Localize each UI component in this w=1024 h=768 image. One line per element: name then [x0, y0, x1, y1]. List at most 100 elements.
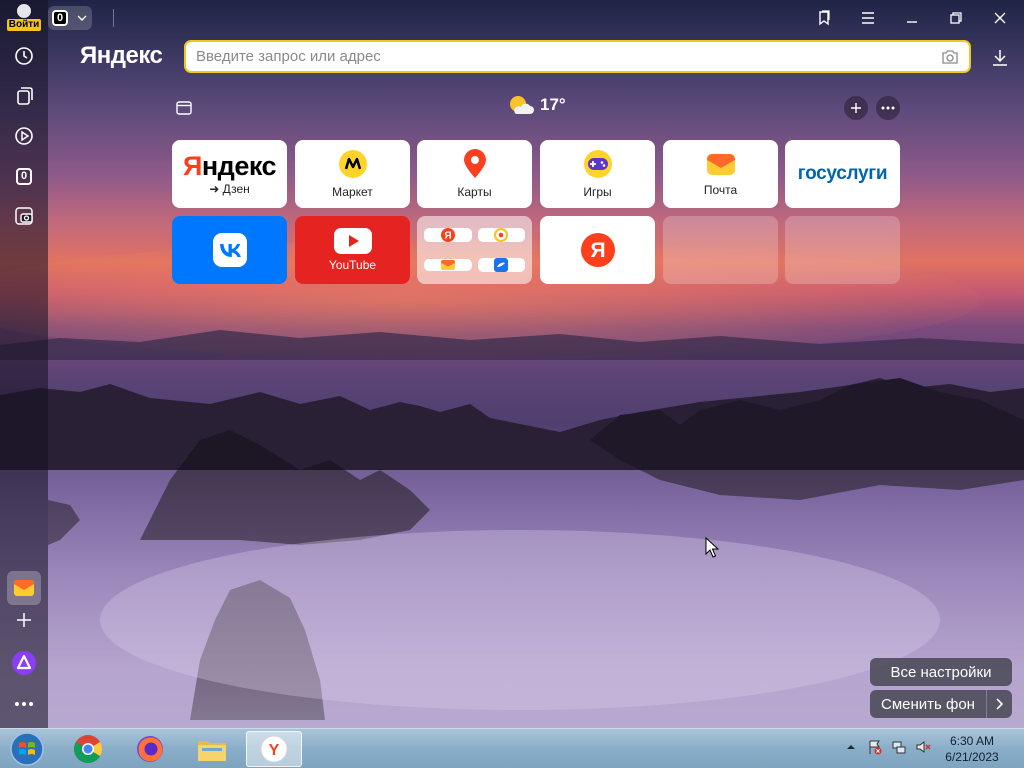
- tile-yandex[interactable]: Я: [540, 216, 655, 284]
- tabs-counter-icon: 0: [15, 167, 33, 185]
- yandex-browser-icon: Y: [260, 735, 288, 763]
- tile-empty[interactable]: [785, 216, 900, 284]
- mini-mail-icon: [424, 259, 472, 271]
- tile-vk[interactable]: [172, 216, 287, 284]
- volume-tray[interactable]: [914, 738, 932, 756]
- alice-button[interactable]: [8, 647, 40, 679]
- tabs-counter-button[interactable]: 0: [8, 160, 40, 192]
- screenshot-button[interactable]: [8, 200, 40, 232]
- toolbar-divider: [113, 9, 114, 27]
- tile-gosuslugi[interactable]: госуслуги: [785, 140, 900, 208]
- tile-games[interactable]: Игры: [540, 140, 655, 208]
- show-hidden-icons-button[interactable]: [842, 738, 860, 756]
- change-background-button[interactable]: Сменить фон: [870, 690, 1012, 718]
- tile-label: Карты: [457, 185, 492, 199]
- mini-disk-icon: [477, 258, 525, 272]
- login-label: Войти: [6, 19, 42, 31]
- mini-browser-icon: [477, 228, 525, 242]
- tile-maps[interactable]: Карты: [417, 140, 532, 208]
- more-sidebar-button[interactable]: [8, 688, 40, 720]
- video-button[interactable]: [8, 120, 40, 152]
- close-button[interactable]: [984, 4, 1016, 32]
- tab-count-button[interactable]: 0: [48, 6, 92, 30]
- tile-label: YouTube: [328, 258, 377, 272]
- taskbar-explorer[interactable]: [184, 731, 240, 767]
- yandex-logo-text: ндекс: [201, 151, 277, 181]
- mail-sidebar-button[interactable]: [7, 571, 41, 605]
- screenshot-camera-icon: [15, 207, 33, 225]
- video-play-icon: [15, 127, 33, 145]
- collections-icon: [17, 87, 33, 105]
- bookmarks-icon: [819, 10, 830, 26]
- address-input[interactable]: [196, 48, 941, 65]
- add-icon: [17, 613, 31, 627]
- history-button[interactable]: [8, 40, 40, 72]
- history-icon: [15, 47, 33, 65]
- windows-start-orb-icon: [10, 732, 44, 766]
- youtube-play-icon: [333, 228, 372, 254]
- chevron-up-icon: [847, 745, 855, 749]
- weather-widget[interactable]: 17°: [508, 94, 566, 116]
- mail-envelope-icon: [706, 154, 735, 175]
- taskbar-chrome[interactable]: [60, 731, 116, 767]
- clock-date: 6/21/2023: [945, 750, 999, 764]
- tile-label: Игры: [583, 185, 612, 199]
- menu-button[interactable]: [852, 4, 884, 32]
- tab-count: 0: [48, 6, 72, 30]
- yandex-ya-icon: Я: [580, 233, 615, 267]
- downloads-button[interactable]: [988, 46, 1012, 70]
- more-icon: [15, 702, 33, 706]
- plus-icon: [851, 103, 861, 113]
- action-center-tray[interactable]: [866, 738, 884, 756]
- all-settings-label: Все настройки: [890, 663, 992, 681]
- restore-icon: [950, 12, 962, 24]
- taskbar-firefox[interactable]: [122, 731, 178, 767]
- flag-alert-icon: [869, 740, 882, 755]
- mini-yandex-icon: Я: [424, 228, 472, 242]
- more-tiles-button[interactable]: [876, 96, 900, 120]
- temperature: 17°: [540, 95, 566, 114]
- yandex-tile-logo: Яндекс: [182, 151, 277, 181]
- ellipsis-icon: [881, 106, 895, 110]
- bookmarks-button[interactable]: [808, 4, 840, 32]
- tile-label: ➜ Дзен: [209, 182, 250, 196]
- tile-empty[interactable]: [663, 216, 778, 284]
- tile-market[interactable]: Маркет: [295, 140, 410, 208]
- network-tray[interactable]: [890, 738, 908, 756]
- taskbar-yandex-browser[interactable]: Y: [246, 731, 302, 767]
- network-icon: [892, 741, 906, 754]
- download-icon: [993, 50, 1007, 66]
- change-background-label: Сменить фон: [881, 695, 975, 713]
- address-bar[interactable]: [184, 40, 971, 73]
- tile-folder[interactable]: Я: [417, 216, 532, 284]
- close-icon: [994, 12, 1006, 24]
- all-settings-button[interactable]: Все настройки: [870, 658, 1012, 686]
- tile-yandex-dzen[interactable]: Яндекс ➜ Дзен: [172, 140, 287, 208]
- add-sidebar-button[interactable]: [8, 604, 40, 636]
- system-clock[interactable]: 6:30 AM 6/21/2023: [940, 733, 1004, 765]
- svg-text:Я: Я: [590, 239, 605, 262]
- sidebar-toggle-button[interactable]: [172, 96, 196, 120]
- restore-button[interactable]: [940, 4, 972, 32]
- mail-icon: [14, 580, 34, 596]
- gosuslugi-logo: госуслуги: [797, 163, 888, 184]
- chevron-right-icon: [995, 698, 1003, 710]
- volume-muted-icon: [916, 741, 931, 753]
- add-tile-button[interactable]: [844, 96, 868, 120]
- vk-icon: [212, 233, 247, 267]
- minimize-button[interactable]: [896, 4, 928, 32]
- next-background-button[interactable]: [986, 690, 1012, 718]
- tile-mail[interactable]: Почта: [663, 140, 778, 208]
- minimize-icon: [907, 21, 917, 23]
- tile-youtube[interactable]: YouTube: [295, 216, 410, 284]
- clock-time: 6:30 AM: [949, 734, 995, 748]
- svg-text:Я: Я: [444, 231, 451, 242]
- games-gamepad-icon: [583, 150, 612, 178]
- collections-button[interactable]: [8, 80, 40, 112]
- alice-icon: [12, 651, 36, 675]
- camera-search-icon[interactable]: [941, 49, 959, 65]
- yandex-logo[interactable]: Яндекс: [80, 42, 163, 70]
- login-button[interactable]: Войти: [6, 4, 42, 34]
- start-button[interactable]: [0, 731, 54, 767]
- browser-sidebar: Войти 0: [0, 0, 48, 728]
